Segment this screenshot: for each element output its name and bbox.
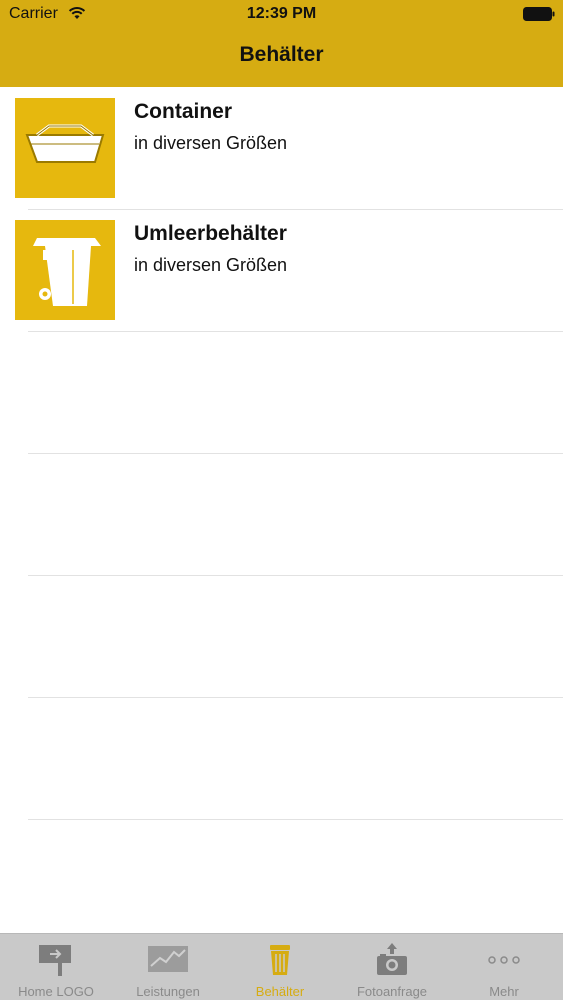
item-list: Container in diversen Größen Umleerbehäl… <box>0 87 563 933</box>
list-item-subtitle: in diversen Größen <box>134 133 288 153</box>
tab-mehr[interactable]: Mehr <box>448 934 560 1001</box>
status-time: 12:39 PM <box>246 5 317 22</box>
skip-container-icon <box>15 98 115 198</box>
header: Carrier 12:39 PM Behälter <box>0 0 563 87</box>
page-title: Behälter <box>239 43 324 66</box>
list-item-container[interactable]: Container in diversen Größen <box>0 87 563 209</box>
list-item-umleerbehaelter[interactable]: Umleerbehälter in diversen Größen <box>0 209 563 331</box>
tab-label: Home LOGO <box>18 984 94 999</box>
chart-icon <box>148 946 188 972</box>
row-divider <box>28 453 563 454</box>
list-item-title: Umleerbehälter <box>134 222 287 245</box>
tab-leistungen[interactable]: Leistungen <box>112 934 224 1001</box>
camera-upload-icon <box>377 943 407 975</box>
list-item-subtitle: in diversen Größen <box>134 255 288 275</box>
row-divider <box>28 331 563 332</box>
tab-home-logo[interactable]: Home LOGO <box>0 934 112 1001</box>
more-dots-icon <box>488 956 520 964</box>
status-bar: Carrier 12:39 PM <box>0 0 563 30</box>
tab-bar: Home LOGO Leistungen Behälter Fotoanfrag… <box>0 933 563 1000</box>
tab-label: Mehr <box>489 984 519 999</box>
list-item-title: Container <box>134 100 233 123</box>
tab-behaelter[interactable]: Behälter <box>224 934 336 1001</box>
tab-fotoanfrage[interactable]: Fotoanfrage <box>336 934 448 1001</box>
battery-icon <box>523 7 555 21</box>
row-divider <box>28 575 563 576</box>
tab-label: Fotoanfrage <box>356 984 428 999</box>
tab-label: Leistungen <box>136 984 200 999</box>
signpost-icon <box>39 945 71 976</box>
row-divider <box>28 819 563 820</box>
tab-label: Behälter <box>255 984 305 999</box>
wheelie-bin-icon <box>15 220 115 320</box>
row-divider <box>28 697 563 698</box>
bin-icon <box>270 945 290 975</box>
